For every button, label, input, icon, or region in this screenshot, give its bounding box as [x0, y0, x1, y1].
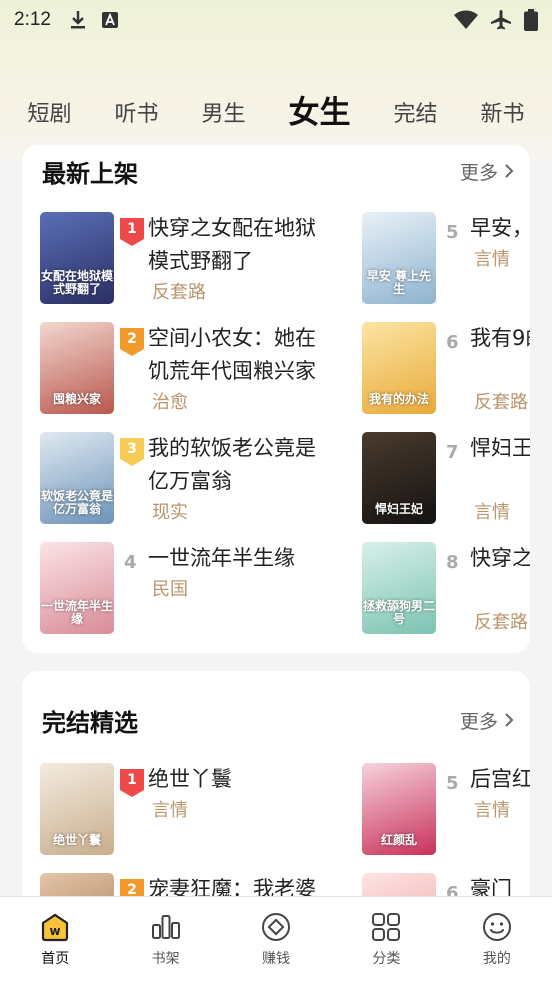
- download-icon: [69, 10, 87, 30]
- rank-number: 5: [446, 773, 459, 794]
- nav-label: 首页: [41, 951, 70, 967]
- more-link[interactable]: 更多: [460, 707, 514, 734]
- book-title: 绝世丫鬟: [148, 767, 232, 791]
- book-tag: 现实: [152, 502, 188, 523]
- chevron-right-icon: [505, 164, 514, 178]
- battery-icon: [524, 9, 538, 31]
- rank-badge: 1: [120, 769, 144, 797]
- profile-icon: [482, 913, 511, 941]
- book-tag: 言情: [474, 800, 510, 821]
- nav-label: 书架: [151, 951, 180, 967]
- book-title: 空间小农女：她在饥荒年代囤粮兴家: [148, 326, 316, 383]
- more-label: 更多: [459, 710, 498, 733]
- book-item[interactable]: 软饭老公竟是亿万富翁 3 我的软饭老公竟是亿万富翁 现实: [40, 432, 370, 524]
- book-cover: 绝世丫鬟: [40, 763, 114, 855]
- book-item[interactable]: 红颜乱 5 后宫红 言情: [362, 763, 530, 855]
- book-cover: 软饭老公竟是亿万富翁: [40, 432, 114, 524]
- book-cover: 拯救舔狗男二号: [362, 542, 436, 634]
- book-item[interactable]: 我有的办法 6 我有9的办法 反套路: [362, 322, 530, 414]
- rank-number: 7: [446, 442, 459, 463]
- tab-audiobook[interactable]: 听书: [114, 96, 158, 140]
- book-title: 悍妇王许跑！: [470, 436, 530, 460]
- book-tag: 言情: [474, 249, 510, 270]
- book-tag: 言情: [152, 800, 188, 821]
- book-tag: 民国: [152, 579, 188, 600]
- bottom-navigation: w 首页 书架 赚钱 分类 我的: [0, 896, 552, 981]
- nav-label: 赚钱: [262, 951, 291, 967]
- book-item[interactable]: 早安 尊上先生 5 早安， 言情: [362, 212, 530, 304]
- rank-number: 8: [446, 552, 459, 573]
- book-title: 早安，: [470, 216, 530, 240]
- book-tag: 反套路: [474, 392, 528, 413]
- section-completed-picks: 完结精选 更多 绝世丫鬟 1 绝世丫鬟 言情 红颜乱 5 后宫红 言情 2 宠妻…: [22, 671, 530, 911]
- book-title: 后宫红: [470, 767, 530, 791]
- book-title: 我有9的办法: [470, 326, 530, 350]
- rank-badge: 3: [120, 438, 144, 466]
- book-cover: 女配在地狱模式野翻了: [40, 212, 114, 304]
- tab-new-books[interactable]: 新书: [480, 96, 524, 140]
- book-cover: 一世流年半生缘: [40, 542, 114, 634]
- book-tag: 反套路: [152, 282, 206, 303]
- tab-female[interactable]: 女生: [288, 87, 350, 140]
- book-cover: 悍妇王妃: [362, 432, 436, 524]
- book-cover: 囤粮兴家: [40, 322, 114, 414]
- rank-number: 5: [446, 222, 459, 243]
- book-item[interactable]: 拯救舔狗男二号 8 快穿之二号 反套路: [362, 542, 530, 634]
- nav-profile[interactable]: 我的: [442, 897, 552, 981]
- tab-completed[interactable]: 完结: [393, 96, 437, 140]
- book-item[interactable]: 一世流年半生缘 4 一世流年半生缘 民国: [40, 542, 370, 634]
- book-item[interactable]: 女配在地狱模式野翻了 1 快穿之女配在地狱模式野翻了 反套路: [40, 212, 370, 304]
- book-cover: 红颜乱: [362, 763, 436, 855]
- section-new-arrivals: 最新上架 更多 女配在地狱模式野翻了 1 快穿之女配在地狱模式野翻了 反套路 囤…: [22, 145, 530, 653]
- section-title: 最新上架: [42, 159, 138, 188]
- more-link[interactable]: 更多: [460, 158, 514, 185]
- wifi-icon: [454, 10, 478, 30]
- section-title: 完结精选: [42, 708, 138, 737]
- book-cover: 早安 尊上先生: [362, 212, 436, 304]
- book-item[interactable]: 悍妇王妃 7 悍妇王许跑！ 言情: [362, 432, 530, 524]
- rank-number: 4: [124, 552, 137, 573]
- book-title: 快穿之二号: [470, 546, 530, 570]
- status-time: 2:12: [14, 9, 51, 30]
- category-icon: [372, 913, 401, 941]
- book-item[interactable]: 绝世丫鬟 1 绝世丫鬟 言情: [40, 763, 370, 855]
- chevron-right-icon: [505, 713, 514, 727]
- book-title: 快穿之女配在地狱模式野翻了: [148, 216, 316, 273]
- tab-male[interactable]: 男生: [201, 96, 245, 140]
- home-icon: w: [42, 913, 69, 942]
- nav-bookshelf[interactable]: 书架: [110, 897, 220, 981]
- book-tag: 反套路: [474, 612, 528, 633]
- book-title: 一世流年半生缘: [148, 546, 295, 570]
- airplane-icon: [490, 9, 512, 31]
- nav-label: 我的: [482, 951, 511, 967]
- nav-earn[interactable]: 赚钱: [221, 897, 331, 981]
- nav-label: 分类: [372, 951, 401, 967]
- bookshelf-icon: [151, 915, 180, 939]
- book-title: 我的软饭老公竟是亿万富翁: [148, 436, 316, 493]
- rank-number: 6: [446, 332, 459, 353]
- book-cover: 我有的办法: [362, 322, 436, 414]
- book-tag: 言情: [474, 502, 510, 523]
- rank-badge: 2: [120, 328, 144, 356]
- more-label: 更多: [459, 161, 498, 184]
- status-bar: 2:12: [0, 0, 552, 40]
- nav-home[interactable]: w 首页: [0, 897, 110, 981]
- rank-badge: 1: [120, 218, 144, 246]
- nav-category[interactable]: 分类: [331, 897, 441, 981]
- tab-short-drama[interactable]: 短剧: [27, 96, 71, 140]
- font-icon: [101, 11, 119, 29]
- book-tag: 治愈: [152, 392, 188, 413]
- coin-icon: [262, 913, 291, 941]
- book-item[interactable]: 囤粮兴家 2 空间小农女：她在饥荒年代囤粮兴家 治愈: [40, 322, 370, 414]
- svg-text:w: w: [50, 924, 61, 938]
- category-tabs: 短剧 听书 男生 女生 完结 新书: [0, 88, 552, 140]
